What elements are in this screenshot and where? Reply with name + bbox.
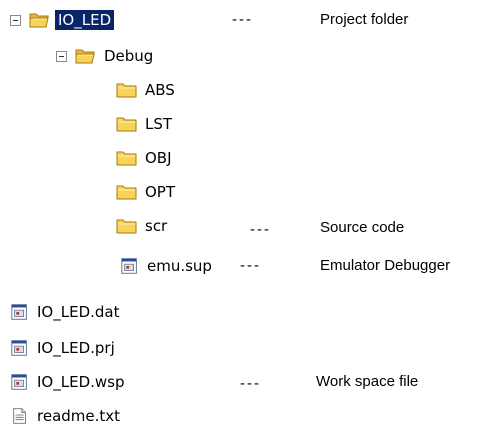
collapse-toggle[interactable] (10, 14, 21, 26)
folder-icon (116, 83, 137, 98)
tree-item-emu-sup[interactable]: emu.sup (120, 254, 215, 278)
tree-item-label: IO_LED (55, 10, 115, 30)
tree-item-label: IO_LED.wsp (37, 373, 125, 391)
folder-open-icon (75, 49, 95, 64)
collapse-toggle[interactable] (56, 50, 67, 62)
annotation-project-folder: Project folder (320, 11, 409, 28)
tree-item-label: OBJ (145, 149, 172, 167)
app-file-icon (11, 304, 27, 320)
app-file-icon (11, 374, 27, 390)
separator: --- (240, 375, 261, 392)
tree-item-label: scr (145, 217, 168, 235)
tree-item-scr[interactable]: scr (116, 214, 170, 238)
tree-item-io-led-wsp[interactable]: IO_LED.wsp (10, 370, 128, 394)
app-file-icon (121, 258, 137, 274)
tree-item-readme-txt[interactable]: readme.txt (10, 404, 123, 428)
tree-item-label: Debug (104, 47, 154, 65)
separator: --- (250, 221, 271, 238)
tree-item-label: IO_LED.dat (37, 303, 120, 321)
folder-icon (116, 151, 137, 166)
tree-item-opt[interactable]: OPT (116, 180, 178, 204)
text-file-icon (13, 408, 26, 424)
tree-item-label: readme.txt (37, 407, 121, 425)
app-file-icon (11, 340, 27, 356)
folder-icon (116, 219, 137, 234)
tree-item-io-led-prj[interactable]: IO_LED.prj (10, 336, 118, 360)
annotation-emulator-debugger: Emulator Debugger (320, 257, 451, 274)
tree-item-io-led[interactable]: IO_LED (10, 8, 115, 32)
tree-item-lst[interactable]: LST (116, 112, 175, 136)
tree-item-debug[interactable]: Debug (56, 44, 156, 68)
separator: --- (232, 11, 253, 28)
tree-item-obj[interactable]: OBJ (116, 146, 175, 170)
annotation-work-space-file: Work space file (316, 373, 419, 390)
separator: --- (240, 257, 261, 274)
folder-icon (116, 117, 137, 132)
tree-item-io-led-dat[interactable]: IO_LED.dat (10, 300, 122, 324)
tree-item-label: OPT (145, 183, 176, 201)
tree-item-label: LST (145, 115, 173, 133)
tree-item-label: ABS (145, 81, 175, 99)
folder-open-icon (29, 13, 49, 28)
folder-icon (116, 185, 137, 200)
tree-item-label: IO_LED.prj (37, 339, 115, 357)
tree-item-abs[interactable]: ABS (116, 78, 178, 102)
tree-item-label: emu.sup (147, 257, 212, 275)
annotation-source-code: Source code (320, 219, 405, 236)
